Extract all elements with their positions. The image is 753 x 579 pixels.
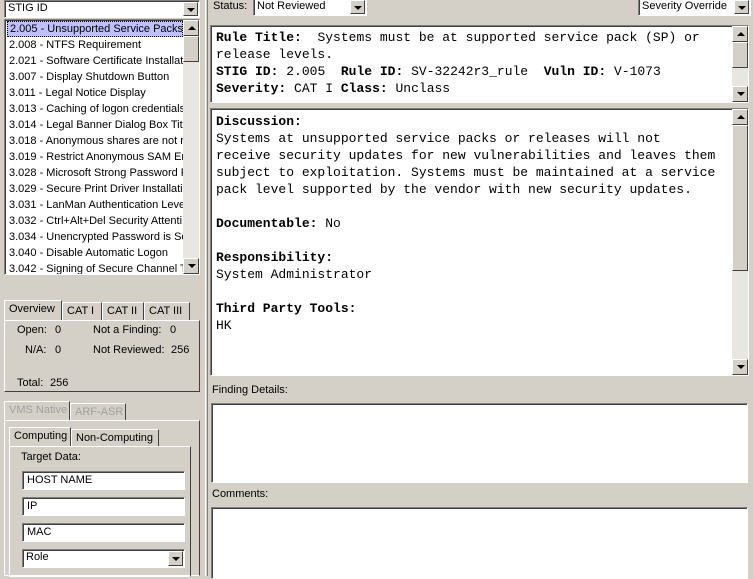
target-data-label: Target Data: [21, 451, 81, 463]
open-label: Open: [17, 324, 47, 336]
open-value: 0 [55, 324, 62, 336]
stig-list-item[interactable]: 2.005 - Unsupported Service Packs [7, 21, 183, 37]
source-tabs: VMS Native ARF-ASR [4, 401, 200, 421]
responsibility-value: System Administrator [216, 267, 373, 282]
rule-title-label: Rule Title: [216, 30, 302, 45]
status-combo[interactable]: Not Reviewed [253, 0, 367, 16]
overview-panel: Open: 0 Not a Finding: 0 N/A: 0 Not Revi… [4, 320, 200, 392]
tab-cat-ii[interactable]: CAT II [102, 302, 144, 320]
chevron-down-icon[interactable] [350, 0, 365, 14]
chevron-down-icon[interactable] [168, 551, 183, 566]
not-a-finding-value: 0 [170, 324, 177, 336]
status-label: Status: [213, 0, 248, 12]
vuln-id-label: Vuln ID: [543, 64, 607, 79]
rule-info-scrollbar[interactable] [732, 26, 748, 102]
stig-list-item[interactable]: 3.011 - Legal Notice Display [7, 85, 183, 101]
total-label: Total: [17, 377, 44, 389]
severity-override-combo[interactable]: Severity Override [638, 0, 751, 16]
na-label: N/A: [25, 344, 47, 356]
scroll-down-button[interactable] [183, 258, 199, 274]
not-reviewed-label: Not Reviewed: [93, 344, 165, 356]
scroll-thumb[interactable] [732, 42, 748, 68]
stig-list-item[interactable]: 3.007 - Display Shutdown Button [7, 69, 183, 85]
stig-list-item[interactable]: 3.042 - Signing of Secure Channel Tr [7, 261, 183, 274]
ip-field[interactable]: IP [22, 497, 185, 516]
stig-list-items: 2.005 - Unsupported Service Packs 2.008 -… [7, 21, 183, 274]
rule-info-box[interactable]: Rule Title: Systems must be at supported… [210, 25, 749, 103]
scroll-up-button[interactable] [732, 109, 748, 125]
stig-list-item[interactable]: 3.031 - LanMan Authentication Level [7, 197, 183, 213]
tab-arf-asr[interactable]: ARF-ASR [70, 403, 126, 421]
vuln-id-value: V-1073 [613, 64, 661, 79]
comments-label: Comments: [212, 488, 269, 500]
not-a-finding-label: Not a Finding: [93, 324, 162, 336]
stig-list[interactable]: 2.005 - Unsupported Service Packs 2.008 -… [4, 19, 200, 275]
scroll-thumb[interactable] [183, 36, 199, 62]
stig-list-scrollbar[interactable] [183, 20, 199, 274]
stig-list-item[interactable]: 2.021 - Software Certificate Installat [7, 53, 183, 69]
finding-details-textarea[interactable] [211, 403, 748, 483]
rule-id-value: SV-32242r3_rule [411, 64, 529, 79]
chevron-down-icon[interactable] [734, 0, 749, 14]
stig-list-item[interactable]: 3.019 - Restrict Anonymous SAM Enu [7, 149, 183, 165]
finding-details-label: Finding Details: [212, 384, 288, 396]
third-party-tools-label: Third Party Tools: [216, 301, 357, 316]
na-value: 0 [55, 344, 62, 356]
responsibility-label: Responsibility: [216, 250, 334, 265]
tab-overview[interactable]: Overview [4, 300, 62, 320]
severity-value: CAT I [294, 81, 334, 96]
stig-list-item[interactable]: 3.028 - Microsoft Strong Password Fi [7, 165, 183, 181]
tab-cat-iii[interactable]: CAT III [144, 302, 190, 320]
stig-list-item[interactable]: 3.013 - Caching of logon credentials [7, 101, 183, 117]
computing-tabs: Computing Non-Computing [9, 427, 189, 447]
discussion-box[interactable]: Discussion: Systems at unsupported servi… [210, 108, 749, 376]
scroll-up-button[interactable] [732, 26, 748, 42]
stig-list-item[interactable]: 3.029 - Secure Print Driver Installatio [7, 181, 183, 197]
computing-panel: Target Data: HOST NAME IP MAC Role [9, 446, 191, 577]
stig-id-label: STIG ID: [216, 64, 279, 79]
not-reviewed-value: 256 [171, 344, 190, 356]
documentable-label: Documentable: [216, 216, 318, 231]
discussion-text: Systems at unsupported service packs or … [216, 131, 716, 197]
scroll-down-button[interactable] [732, 86, 748, 102]
overview-tabs: Overview CAT I CAT II CAT III [4, 300, 200, 322]
vertical-splitter[interactable] [205, 0, 208, 576]
discussion-label: Discussion: [216, 114, 302, 129]
rule-id-label: Rule ID: [340, 64, 404, 79]
third-party-tools-value: HK [216, 318, 232, 333]
stig-id-value: 2.005 [286, 64, 326, 79]
documentable-value: No [325, 216, 341, 231]
scroll-thumb[interactable] [732, 125, 748, 271]
tab-cat-i[interactable]: CAT I [62, 302, 102, 320]
class-value: Unclass [395, 81, 451, 96]
scroll-down-button[interactable] [732, 359, 748, 375]
stig-list-item[interactable]: 3.014 - Legal Banner Dialog Box Title [7, 117, 183, 133]
class-label: Class: [340, 81, 388, 96]
total-value: 256 [50, 377, 69, 389]
role-combo[interactable]: Role [22, 549, 185, 568]
stig-list-item[interactable]: 3.040 - Disable Automatic Logon [7, 245, 183, 261]
stig-list-item[interactable]: 3.032 - Ctrl+Alt+Del Security Attenti [7, 213, 183, 229]
scroll-up-button[interactable] [183, 20, 199, 36]
sort-combo[interactable]: STIG ID [4, 0, 200, 18]
stig-list-item[interactable]: 3.034 - Unencrypted Password is Ser [7, 229, 183, 245]
severity-label: Severity: [216, 81, 287, 96]
chevron-down-icon[interactable] [183, 2, 198, 16]
comments-textarea[interactable] [211, 507, 748, 579]
mac-field[interactable]: MAC [22, 523, 185, 542]
tab-non-computing[interactable]: Non-Computing [71, 429, 159, 447]
discussion-scrollbar[interactable] [732, 109, 748, 375]
stig-list-item[interactable]: 3.018 - Anonymous shares are not re [7, 133, 183, 149]
stig-list-item[interactable]: 2.008 - NTFS Requirement [7, 37, 183, 53]
source-panel: Computing Non-Computing Target Data: HOS… [4, 420, 200, 577]
tab-computing[interactable]: Computing [9, 427, 71, 447]
tab-vms-native[interactable]: VMS Native [4, 401, 70, 421]
host-name-field[interactable]: HOST NAME [22, 471, 185, 490]
